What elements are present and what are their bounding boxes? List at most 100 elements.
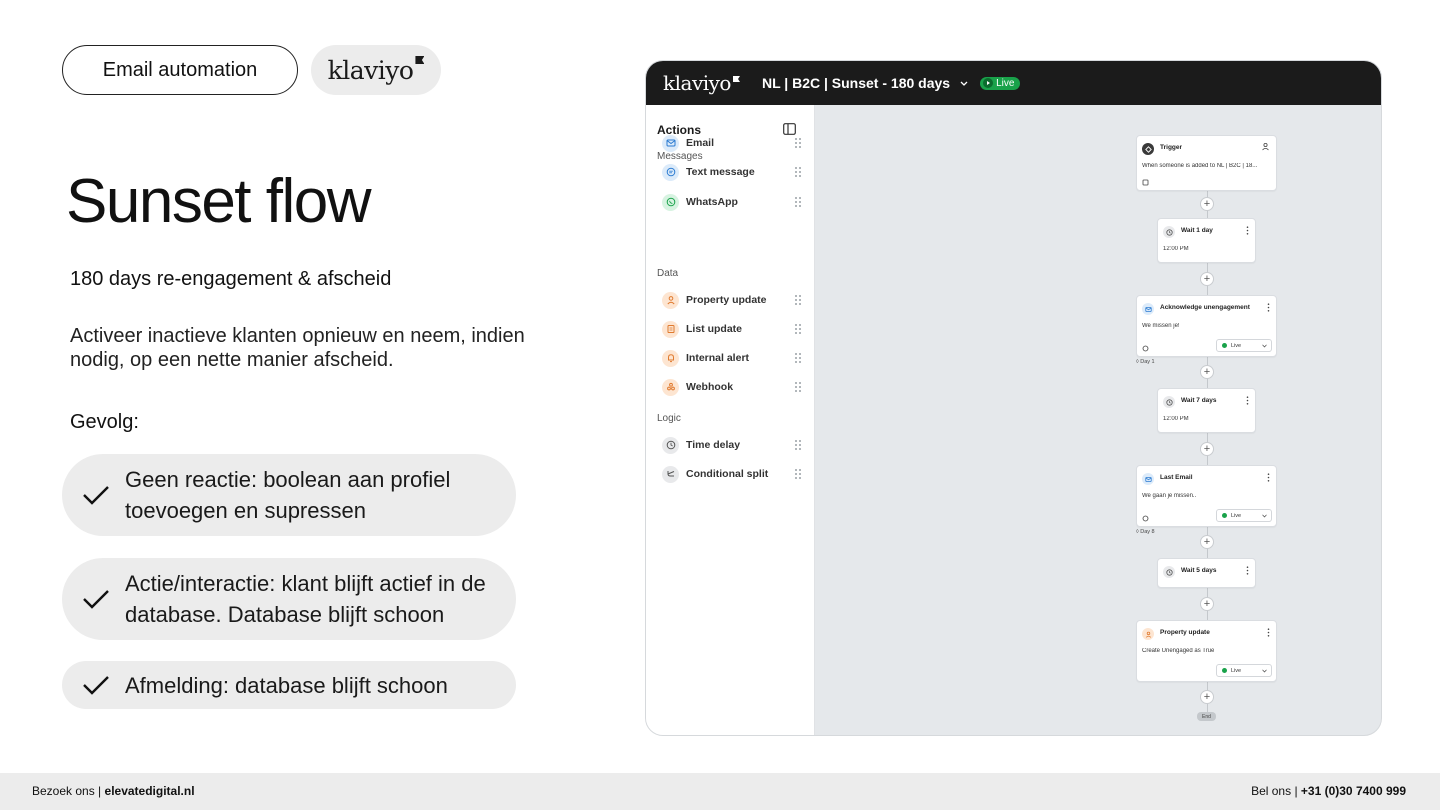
- logo-text: klaviyo: [327, 55, 414, 85]
- footer-call: Bel ons | +31 (0)30 7400 999: [1251, 784, 1406, 798]
- day-text: Day 8: [1140, 529, 1155, 535]
- check-icon: [83, 486, 109, 505]
- drag-handle-icon[interactable]: [794, 166, 802, 178]
- add-step-button[interactable]: +: [1200, 597, 1214, 611]
- sidebar-item-whatsapp[interactable]: WhatsApp: [662, 192, 802, 212]
- sidebar-item-label: Text message: [686, 166, 755, 178]
- flow-canvas[interactable]: Trigger When someone is added to NL | B2…: [816, 105, 1381, 735]
- wait-node-3[interactable]: Wait 5 days: [1157, 558, 1256, 588]
- drag-handle-icon[interactable]: [794, 196, 802, 208]
- more-options-icon[interactable]: [1246, 396, 1249, 405]
- status-label: Live: [1231, 512, 1242, 519]
- check-icon: [83, 590, 109, 609]
- node-text: When someone is added to NL | B2C | 18..…: [1142, 163, 1258, 169]
- sidebar-item-property-update[interactable]: Property update: [662, 290, 802, 310]
- sidebar-item-text-message[interactable]: Text message: [662, 162, 802, 182]
- email-status-select[interactable]: Live: [1216, 339, 1272, 352]
- drag-handle-icon[interactable]: [794, 381, 802, 393]
- sidebar-item-label: Email: [686, 137, 715, 149]
- status-label: Live: [996, 77, 1015, 89]
- live-dot: [1222, 668, 1227, 673]
- logo-flag-icon: [415, 56, 425, 64]
- person-icon: [662, 291, 679, 309]
- trigger-node[interactable]: Trigger When someone is added to NL | B2…: [1136, 135, 1277, 191]
- message-icon: [662, 163, 679, 181]
- sidebar-item-label: WhatsApp: [686, 196, 738, 208]
- settings-icon: [1142, 515, 1149, 522]
- sidebar-item-label: Time delay: [686, 439, 741, 451]
- bullet-text: Actie/interactie: klant blijft actief in…: [125, 571, 486, 627]
- sidebar-item-conditional-split[interactable]: Conditional split: [662, 464, 802, 484]
- trigger-icon: [1142, 143, 1154, 155]
- sidebar-item-label: Webhook: [686, 381, 734, 393]
- day-text: Day 1: [1140, 359, 1155, 365]
- section-logic: Logic: [657, 413, 681, 424]
- property-status-select[interactable]: Live: [1216, 664, 1272, 677]
- flow-name[interactable]: NL | B2C | Sunset - 180 days: [762, 75, 950, 91]
- more-options-icon[interactable]: [1267, 303, 1270, 312]
- drag-handle-icon[interactable]: [794, 137, 802, 149]
- bullet-text: Afmelding: database blijft schoon: [125, 672, 448, 698]
- add-step-button[interactable]: +: [1200, 442, 1214, 456]
- email-node-acknowledge[interactable]: Acknowledge unengagement We missen je! L…: [1136, 295, 1277, 357]
- drag-handle-icon[interactable]: [794, 352, 802, 364]
- call-prefix: Bel ons |: [1251, 784, 1298, 798]
- sidebar-item-email[interactable]: Email: [662, 133, 802, 153]
- drag-handle-icon[interactable]: [794, 468, 802, 480]
- add-step-button[interactable]: +: [1200, 535, 1214, 549]
- klaviyo-flow-window: klaviyo NL | B2C | Sunset - 180 days Liv…: [645, 60, 1382, 736]
- drag-handle-icon[interactable]: [794, 439, 802, 451]
- node-title: Wait 1 day: [1181, 227, 1213, 234]
- person-icon[interactable]: [1261, 142, 1270, 151]
- node-text: 12:00 PM: [1163, 246, 1189, 252]
- clock-icon: [1163, 226, 1175, 238]
- add-step-button[interactable]: +: [1200, 365, 1214, 379]
- add-step-button[interactable]: +: [1200, 197, 1214, 211]
- node-title: Wait 7 days: [1181, 397, 1217, 404]
- live-dot: [1222, 513, 1227, 518]
- tag-label: Email automation: [102, 58, 258, 81]
- chevron-down-icon: [1262, 514, 1267, 518]
- wait-node-2[interactable]: Wait 7 days 12:00 PM: [1157, 388, 1256, 433]
- sidebar-item-time-delay[interactable]: Time delay: [662, 435, 802, 455]
- whatsapp-icon: [662, 193, 679, 211]
- more-options-icon[interactable]: [1246, 566, 1249, 575]
- more-options-icon[interactable]: [1267, 473, 1270, 482]
- sidebar-item-list-update[interactable]: List update: [662, 319, 802, 339]
- app-logo[interactable]: klaviyo: [663, 71, 740, 95]
- sidebar-item-label: Internal alert: [686, 352, 750, 364]
- actions-sidebar: Actions Messages Email Text message What…: [646, 105, 815, 735]
- sidebar-item-webhook[interactable]: Webhook: [662, 377, 802, 397]
- chevron-down-icon: [1262, 669, 1267, 673]
- klaviyo-logo: klaviyo: [311, 45, 441, 95]
- email-node-last[interactable]: Last Email We gaan je missen.. Live: [1136, 465, 1277, 527]
- sidebar-item-label: Property update: [686, 294, 767, 306]
- wait-node-1[interactable]: Wait 1 day 12:00 PM: [1157, 218, 1256, 263]
- email-status-select[interactable]: Live: [1216, 509, 1272, 522]
- node-text: We missen je!: [1142, 323, 1180, 329]
- node-title: Last Email: [1160, 474, 1193, 481]
- result-heading: Gevolg:: [70, 411, 139, 433]
- website-link[interactable]: elevatedigital.nl: [105, 784, 195, 798]
- email-automation-tag: Email automation: [62, 45, 298, 95]
- add-step-button[interactable]: +: [1200, 690, 1214, 704]
- clock-icon: [1163, 566, 1175, 578]
- node-text: We gaan je missen..: [1142, 493, 1197, 499]
- flow-status-badge[interactable]: Live: [980, 76, 1021, 90]
- add-step-button[interactable]: +: [1200, 272, 1214, 286]
- bell-icon: [662, 349, 679, 367]
- node-text: 12:00 PM: [1163, 416, 1189, 422]
- list-icon: [662, 320, 679, 338]
- drag-handle-icon[interactable]: [794, 323, 802, 335]
- more-options-icon[interactable]: [1267, 628, 1270, 637]
- sidebar-item-internal-alert[interactable]: Internal alert: [662, 348, 802, 368]
- webhook-icon: [662, 378, 679, 396]
- node-text: Create Unengaged as True: [1142, 648, 1215, 654]
- chevron-down-icon[interactable]: [960, 81, 968, 86]
- visit-prefix: Bezoek ons |: [32, 784, 102, 798]
- phone-link[interactable]: +31 (0)30 7400 999: [1301, 784, 1406, 798]
- property-update-node[interactable]: Property update Create Unengaged as True…: [1136, 620, 1277, 682]
- more-options-icon[interactable]: [1246, 226, 1249, 235]
- node-title: Trigger: [1160, 144, 1183, 151]
- drag-handle-icon[interactable]: [794, 294, 802, 306]
